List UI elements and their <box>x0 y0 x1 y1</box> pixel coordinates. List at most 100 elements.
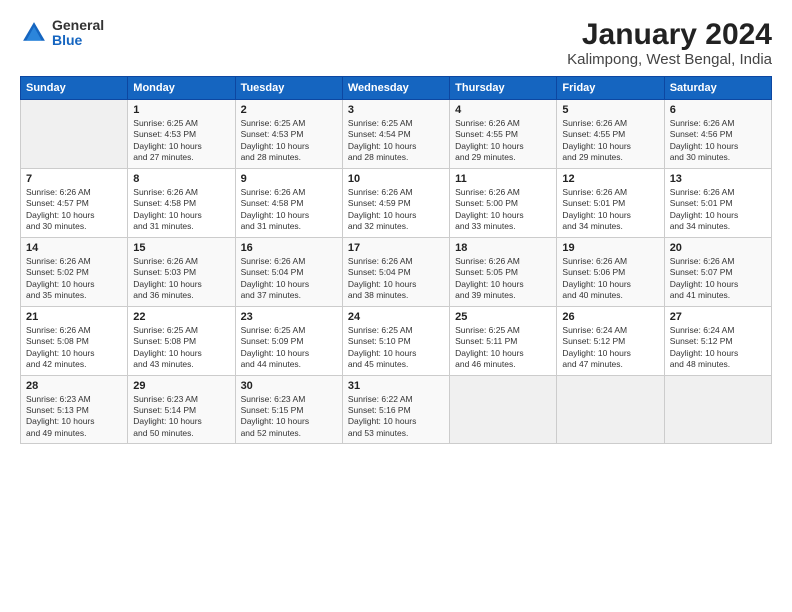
day-cell: 27Sunrise: 6:24 AM Sunset: 5:12 PM Dayli… <box>664 306 771 375</box>
day-number: 4 <box>455 104 551 116</box>
day-number: 11 <box>455 173 551 185</box>
day-number: 21 <box>26 311 122 323</box>
day-cell: 31Sunrise: 6:22 AM Sunset: 5:16 PM Dayli… <box>342 375 449 444</box>
day-number: 3 <box>348 104 444 116</box>
day-cell <box>664 375 771 444</box>
day-info: Sunrise: 6:26 AM Sunset: 5:06 PM Dayligh… <box>562 256 658 302</box>
day-cell: 23Sunrise: 6:25 AM Sunset: 5:09 PM Dayli… <box>235 306 342 375</box>
day-number: 7 <box>26 173 122 185</box>
day-info: Sunrise: 6:25 AM Sunset: 5:09 PM Dayligh… <box>241 325 337 371</box>
calendar-body: 1 Sunrise: 6:25 AM Sunset: 4:53 PM Daylig… <box>21 100 772 444</box>
day-info: Sunrise: 6:23 AM Sunset: 5:14 PM Dayligh… <box>133 394 229 440</box>
col-wednesday: Wednesday <box>342 77 449 100</box>
day-number: 5 <box>562 104 658 116</box>
week-row-3: 14 Sunrise: 6:26 AM Sunset: 5:02 PM Dayli… <box>21 237 772 306</box>
day-cell <box>557 375 664 444</box>
day-info: Sunrise: 6:26 AM Sunset: 5:00 PM Dayligh… <box>455 187 551 233</box>
day-cell: 28Sunrise: 6:23 AM Sunset: 5:13 PM Dayli… <box>21 375 128 444</box>
day-info: Sunrise: 6:26 AM Sunset: 5:07 PM Dayligh… <box>670 256 766 302</box>
day-cell: 8 Sunrise: 6:26 AM Sunset: 4:58 PM Daylig… <box>128 168 235 237</box>
day-cell: 10Sunrise: 6:26 AM Sunset: 4:59 PM Dayli… <box>342 168 449 237</box>
logo-text: General Blue <box>52 18 104 49</box>
day-info: Sunrise: 6:26 AM Sunset: 5:01 PM Dayligh… <box>670 187 766 233</box>
day-cell: 15 Sunrise: 6:26 AM Sunset: 5:03 PM Dayli… <box>128 237 235 306</box>
logo-general-label: General <box>52 18 104 33</box>
header-row: Sunday Monday Tuesday Wednesday Thursday… <box>21 77 772 100</box>
calendar-subtitle: Kalimpong, West Bengal, India <box>567 51 772 68</box>
day-number: 9 <box>241 173 337 185</box>
day-info: Sunrise: 6:23 AM Sunset: 5:15 PM Dayligh… <box>241 394 337 440</box>
logo-icon <box>20 19 48 47</box>
day-cell: 11 Sunrise: 6:26 AM Sunset: 5:00 PM Dayli… <box>450 168 557 237</box>
week-row-5: 28Sunrise: 6:23 AM Sunset: 5:13 PM Dayli… <box>21 375 772 444</box>
day-cell: 4 Sunrise: 6:26 AM Sunset: 4:55 PM Daylig… <box>450 100 557 169</box>
day-number: 13 <box>670 173 766 185</box>
day-cell: 1 Sunrise: 6:25 AM Sunset: 4:53 PM Daylig… <box>128 100 235 169</box>
page: General Blue January 2024 Kalimpong, Wes… <box>0 0 792 612</box>
day-number: 22 <box>133 311 229 323</box>
day-cell: 16Sunrise: 6:26 AM Sunset: 5:04 PM Dayli… <box>235 237 342 306</box>
day-cell: 3 Sunrise: 6:25 AM Sunset: 4:54 PM Daylig… <box>342 100 449 169</box>
calendar-title: January 2024 <box>567 18 772 51</box>
day-number: 14 <box>26 242 122 254</box>
col-tuesday: Tuesday <box>235 77 342 100</box>
day-cell: 20Sunrise: 6:26 AM Sunset: 5:07 PM Dayli… <box>664 237 771 306</box>
calendar-header: Sunday Monday Tuesday Wednesday Thursday… <box>21 77 772 100</box>
day-info: Sunrise: 6:26 AM Sunset: 5:08 PM Dayligh… <box>26 325 122 371</box>
col-thursday: Thursday <box>450 77 557 100</box>
day-info: Sunrise: 6:25 AM Sunset: 4:54 PM Dayligh… <box>348 118 444 164</box>
day-cell: 2 Sunrise: 6:25 AM Sunset: 4:53 PM Daylig… <box>235 100 342 169</box>
day-number: 12 <box>562 173 658 185</box>
day-cell: 25Sunrise: 6:25 AM Sunset: 5:11 PM Dayli… <box>450 306 557 375</box>
day-cell: 24 Sunrise: 6:25 AM Sunset: 5:10 PM Dayli… <box>342 306 449 375</box>
day-info: Sunrise: 6:26 AM Sunset: 4:57 PM Dayligh… <box>26 187 122 233</box>
day-cell: 12Sunrise: 6:26 AM Sunset: 5:01 PM Dayli… <box>557 168 664 237</box>
day-info: Sunrise: 6:25 AM Sunset: 5:11 PM Dayligh… <box>455 325 551 371</box>
day-info: Sunrise: 6:26 AM Sunset: 4:58 PM Dayligh… <box>241 187 337 233</box>
day-info: Sunrise: 6:26 AM Sunset: 5:04 PM Dayligh… <box>348 256 444 302</box>
day-cell: 13 Sunrise: 6:26 AM Sunset: 5:01 PM Dayli… <box>664 168 771 237</box>
day-info: Sunrise: 6:24 AM Sunset: 5:12 PM Dayligh… <box>562 325 658 371</box>
day-number: 26 <box>562 311 658 323</box>
col-monday: Monday <box>128 77 235 100</box>
day-cell: 22 Sunrise: 6:25 AM Sunset: 5:08 PM Dayli… <box>128 306 235 375</box>
day-info: Sunrise: 6:25 AM Sunset: 4:53 PM Dayligh… <box>133 118 229 164</box>
day-number: 24 <box>348 311 444 323</box>
day-info: Sunrise: 6:26 AM Sunset: 4:59 PM Dayligh… <box>348 187 444 233</box>
day-info: Sunrise: 6:26 AM Sunset: 4:55 PM Dayligh… <box>455 118 551 164</box>
day-number: 16 <box>241 242 337 254</box>
col-friday: Friday <box>557 77 664 100</box>
day-number: 31 <box>348 380 444 392</box>
day-number: 18 <box>455 242 551 254</box>
day-info: Sunrise: 6:26 AM Sunset: 5:02 PM Dayligh… <box>26 256 122 302</box>
day-info: Sunrise: 6:24 AM Sunset: 5:12 PM Dayligh… <box>670 325 766 371</box>
day-info: Sunrise: 6:25 AM Sunset: 5:10 PM Dayligh… <box>348 325 444 371</box>
day-number: 15 <box>133 242 229 254</box>
day-info: Sunrise: 6:26 AM Sunset: 4:55 PM Dayligh… <box>562 118 658 164</box>
day-number: 8 <box>133 173 229 185</box>
day-cell: 9 Sunrise: 6:26 AM Sunset: 4:58 PM Daylig… <box>235 168 342 237</box>
day-number: 6 <box>670 104 766 116</box>
day-cell <box>21 100 128 169</box>
week-row-1: 1 Sunrise: 6:25 AM Sunset: 4:53 PM Daylig… <box>21 100 772 169</box>
day-cell: 30Sunrise: 6:23 AM Sunset: 5:15 PM Dayli… <box>235 375 342 444</box>
calendar-table: Sunday Monday Tuesday Wednesday Thursday… <box>20 76 772 444</box>
day-number: 2 <box>241 104 337 116</box>
title-block: January 2024 Kalimpong, West Bengal, Ind… <box>567 18 772 68</box>
day-number: 1 <box>133 104 229 116</box>
day-cell <box>450 375 557 444</box>
day-cell: 29 Sunrise: 6:23 AM Sunset: 5:14 PM Dayli… <box>128 375 235 444</box>
day-cell: 6 Sunrise: 6:26 AM Sunset: 4:56 PM Daylig… <box>664 100 771 169</box>
day-info: Sunrise: 6:26 AM Sunset: 4:56 PM Dayligh… <box>670 118 766 164</box>
day-number: 29 <box>133 380 229 392</box>
day-info: Sunrise: 6:26 AM Sunset: 5:03 PM Dayligh… <box>133 256 229 302</box>
day-info: Sunrise: 6:25 AM Sunset: 4:53 PM Dayligh… <box>241 118 337 164</box>
day-cell: 14 Sunrise: 6:26 AM Sunset: 5:02 PM Dayli… <box>21 237 128 306</box>
day-cell: 21 Sunrise: 6:26 AM Sunset: 5:08 PM Dayli… <box>21 306 128 375</box>
day-info: Sunrise: 6:26 AM Sunset: 4:58 PM Dayligh… <box>133 187 229 233</box>
day-cell: 26 Sunrise: 6:24 AM Sunset: 5:12 PM Dayli… <box>557 306 664 375</box>
day-cell: 5 Sunrise: 6:26 AM Sunset: 4:55 PM Daylig… <box>557 100 664 169</box>
week-row-2: 7 Sunrise: 6:26 AM Sunset: 4:57 PM Daylig… <box>21 168 772 237</box>
day-info: Sunrise: 6:25 AM Sunset: 5:08 PM Dayligh… <box>133 325 229 371</box>
day-cell: 7 Sunrise: 6:26 AM Sunset: 4:57 PM Daylig… <box>21 168 128 237</box>
